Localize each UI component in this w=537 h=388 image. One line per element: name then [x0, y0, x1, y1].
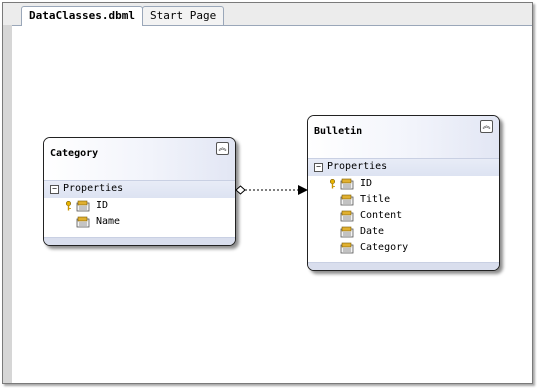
tab-dataclasses[interactable]: DataClasses.dbml [21, 6, 143, 26]
document-tab-bar: DataClasses.dbml Start Page [3, 3, 532, 26]
tab-start-page[interactable]: Start Page [142, 6, 225, 25]
association-connector[interactable] [12, 25, 532, 385]
designer-window: DataClasses.dbml Start Page Category ︽ −… [2, 2, 533, 384]
arrow-head-icon [298, 185, 308, 195]
design-surface[interactable]: Category ︽ − Properties ID Name Bulletin… [3, 25, 532, 383]
diamond-icon [235, 185, 246, 195]
